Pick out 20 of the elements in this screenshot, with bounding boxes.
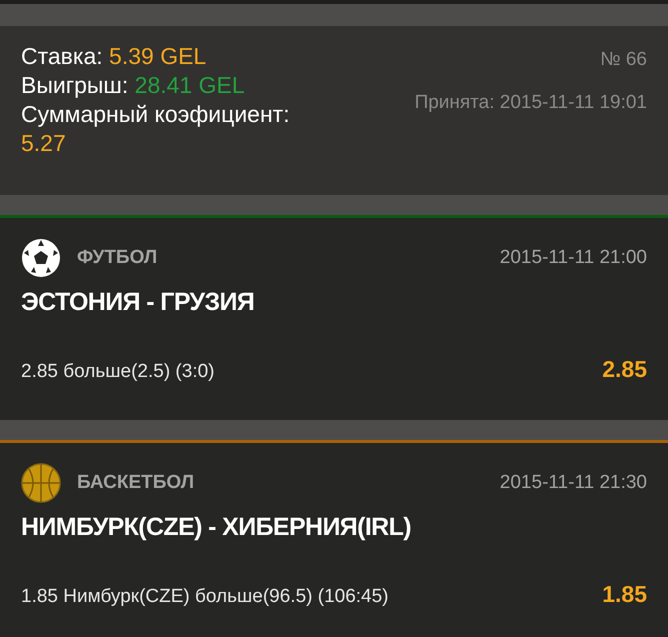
sport-name: БАСКЕТБОЛ [77,470,194,495]
total-odds-label: Суммарный коэфициент: [21,100,290,129]
win-amount: 28.41 GEL [134,72,245,98]
accepted-time: Принята: 2015-11-11 19:01 [414,90,647,114]
win-label: Выигрыш: [21,72,128,98]
basketball-icon [21,463,61,503]
match-title: НИМБУРК(CZE) - ХИБЕРНИЯ(IRL) [21,512,411,543]
bet-description: 2.85 больше(2.5) (3:0) [21,360,214,384]
event-time: 2015-11-11 21:30 [500,470,647,495]
sport-name: ФУТБОЛ [77,246,158,270]
soccer-ball-icon [21,238,61,278]
stake-amount: 5.39 GEL [109,43,206,69]
bet-odds: 2.85 [602,354,647,384]
stake-label: Ставка: [21,43,103,69]
bet-description: 1.85 Нимбурк(CZE) больше(96.5) (106:45) [21,584,389,608]
bet-odds: 1.85 [602,580,647,608]
total-odds-value: 5.27 [21,129,67,158]
bet-number: № 66 [600,48,647,72]
event-time: 2015-11-11 21:00 [500,246,647,270]
match-title: ЭСТОНИЯ - ГРУЗИЯ [21,287,254,318]
